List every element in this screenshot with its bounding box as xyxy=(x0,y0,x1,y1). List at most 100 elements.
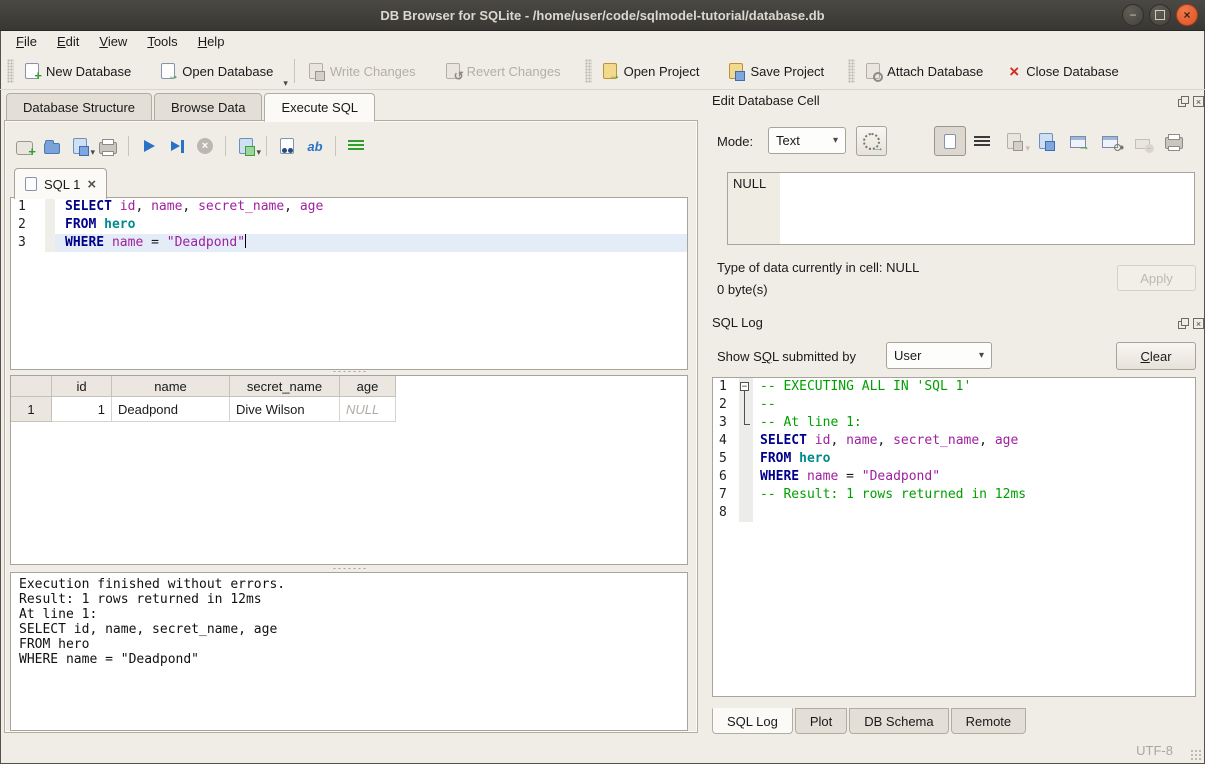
new-database-button[interactable]: + New Database xyxy=(17,59,139,83)
toolbar-handle[interactable] xyxy=(7,59,14,83)
new-sql-tab-button[interactable]: + xyxy=(10,134,38,158)
sql-source-select[interactable]: User ▾ xyxy=(886,342,992,369)
cell-size-label: 0 byte(s) xyxy=(717,282,768,297)
resize-grip[interactable] xyxy=(1190,749,1202,761)
word-wrap-button[interactable] xyxy=(342,134,370,158)
close-database-button[interactable]: × Close Database xyxy=(1001,59,1126,84)
clear-log-button[interactable]: Clear xyxy=(1116,342,1196,370)
code-text: FROM hero xyxy=(55,216,135,234)
fold-collapse-icon[interactable] xyxy=(740,382,749,391)
sql-document-tab[interactable]: SQL 1 × xyxy=(14,168,107,199)
splitter-handle[interactable] xyxy=(10,566,688,571)
mode-select[interactable]: Text ▾ xyxy=(768,127,846,154)
fold-margin[interactable] xyxy=(739,504,753,522)
dock-tab-sql-log[interactable]: SQL Log xyxy=(712,708,793,734)
sql-tab-label: SQL 1 xyxy=(44,177,80,192)
fold-margin[interactable] xyxy=(739,468,753,486)
toolbar-handle[interactable] xyxy=(585,59,592,83)
sql-log-view[interactable]: 1-- EXECUTING ALL IN 'SQL 1'2--3-- At li… xyxy=(712,377,1196,697)
row-header[interactable]: 1 xyxy=(11,397,52,422)
fold-margin[interactable] xyxy=(739,396,753,414)
sql-editor[interactable]: 1SELECT id, name, secret_name, age2FROM … xyxy=(10,197,688,370)
close-panel-icon[interactable]: × xyxy=(1193,318,1204,329)
column-header[interactable]: id xyxy=(52,376,112,397)
menu-view[interactable]: View xyxy=(89,32,137,51)
open-project-button[interactable]: → Open Project xyxy=(595,59,708,83)
save-sql-file-button[interactable]: ▾ xyxy=(66,134,94,158)
import-cell-button: ▾ xyxy=(998,126,1030,156)
close-panel-icon[interactable]: × xyxy=(1193,96,1204,107)
save-results-button[interactable]: ▾ xyxy=(232,134,260,158)
tab-database-structure[interactable]: Database Structure xyxy=(6,93,152,121)
code-text: SELECT id, name, secret_name, age xyxy=(55,198,323,216)
column-header[interactable]: name xyxy=(112,376,230,397)
word-wrap-cell-button[interactable] xyxy=(966,126,998,156)
encoding-label: UTF-8 xyxy=(1136,743,1173,758)
dock-tab-db-schema[interactable]: DB Schema xyxy=(849,708,948,734)
separator xyxy=(225,136,226,156)
close-tab-icon[interactable]: × xyxy=(87,177,96,192)
line-number: 6 xyxy=(713,468,739,486)
float-panel-icon[interactable] xyxy=(1178,318,1189,329)
show-sql-label: Show SQL submitted by xyxy=(717,349,856,364)
open-sql-file-button[interactable] xyxy=(38,134,66,158)
auto-apply-button[interactable] xyxy=(856,126,887,156)
dock-tab-remote[interactable]: Remote xyxy=(951,708,1027,734)
open-in-app-button[interactable]: → xyxy=(1062,126,1094,156)
fold-margin[interactable] xyxy=(739,450,753,468)
line-number: 3 xyxy=(11,234,45,252)
menu-help[interactable]: Help xyxy=(188,32,235,51)
table-cell[interactable]: 1 xyxy=(52,397,112,422)
tab-browse-data[interactable]: Browse Data xyxy=(154,93,262,121)
export-cell-button[interactable] xyxy=(1030,126,1062,156)
line-number: 2 xyxy=(11,216,45,234)
gear-icon xyxy=(863,133,880,150)
toggle-case-button[interactable]: ab xyxy=(301,134,329,158)
sql-editor-toolbar: + ▾ × ▾ ab xyxy=(10,133,370,159)
minimize-button[interactable]: − xyxy=(1122,4,1144,26)
copy-link-button[interactable] xyxy=(1094,126,1126,156)
fold-margin[interactable] xyxy=(739,432,753,450)
print-cell-button[interactable] xyxy=(1158,126,1190,156)
titlebar[interactable]: DB Browser for SQLite - /home/user/code/… xyxy=(0,0,1205,31)
write-changes-button: Write Changes xyxy=(301,59,424,83)
execute-all-button[interactable] xyxy=(135,134,163,158)
float-panel-icon[interactable] xyxy=(1178,96,1189,107)
execute-line-button[interactable] xyxy=(163,134,191,158)
splitter-handle[interactable] xyxy=(10,369,688,374)
text-mode-button[interactable] xyxy=(934,126,966,156)
close-button[interactable]: × xyxy=(1176,4,1198,26)
open-database-dropdown[interactable]: ▾ xyxy=(283,78,288,89)
attach-database-button[interactable]: Attach Database xyxy=(858,59,991,83)
menu-file[interactable]: File xyxy=(6,32,47,51)
dock-tab-plot[interactable]: Plot xyxy=(795,708,847,734)
open-database-button[interactable]: → Open Database xyxy=(153,59,281,83)
save-project-button[interactable]: Save Project xyxy=(721,59,832,83)
fold-margin[interactable] xyxy=(739,486,753,504)
fold-margin[interactable] xyxy=(739,414,753,432)
new-database-icon: + xyxy=(25,63,39,79)
menu-edit[interactable]: Edit xyxy=(47,32,89,51)
attach-database-icon xyxy=(866,63,880,79)
corner-header[interactable] xyxy=(11,376,52,397)
results-table-container[interactable]: idnamesecret_nameage11DeadpondDive Wilso… xyxy=(10,375,688,565)
fold-margin[interactable] xyxy=(739,378,753,396)
tab-execute-sql[interactable]: Execute SQL xyxy=(264,93,375,122)
execution-message-box[interactable]: Execution finished without errors. Resul… xyxy=(10,572,688,731)
cell-value-editor[interactable]: NULL xyxy=(727,172,1195,245)
maximize-button[interactable] xyxy=(1149,4,1171,26)
table-cell[interactable]: Dive Wilson xyxy=(230,397,340,422)
fold-margin xyxy=(45,198,55,216)
save-project-icon xyxy=(729,63,743,79)
table-cell[interactable]: Deadpond xyxy=(112,397,230,422)
find-replace-button[interactable] xyxy=(273,134,301,158)
column-header[interactable]: age xyxy=(340,376,396,397)
menu-tools[interactable]: Tools xyxy=(137,32,187,51)
print-button[interactable] xyxy=(94,134,122,158)
column-header[interactable]: secret_name xyxy=(230,376,340,397)
code-text: WHERE name = "Deadpond" xyxy=(753,468,940,486)
table-cell[interactable]: NULL xyxy=(340,397,396,422)
toolbar-handle[interactable] xyxy=(848,59,855,83)
line-number: 2 xyxy=(713,396,739,414)
table-row[interactable]: 11DeadpondDive WilsonNULL xyxy=(11,397,396,422)
